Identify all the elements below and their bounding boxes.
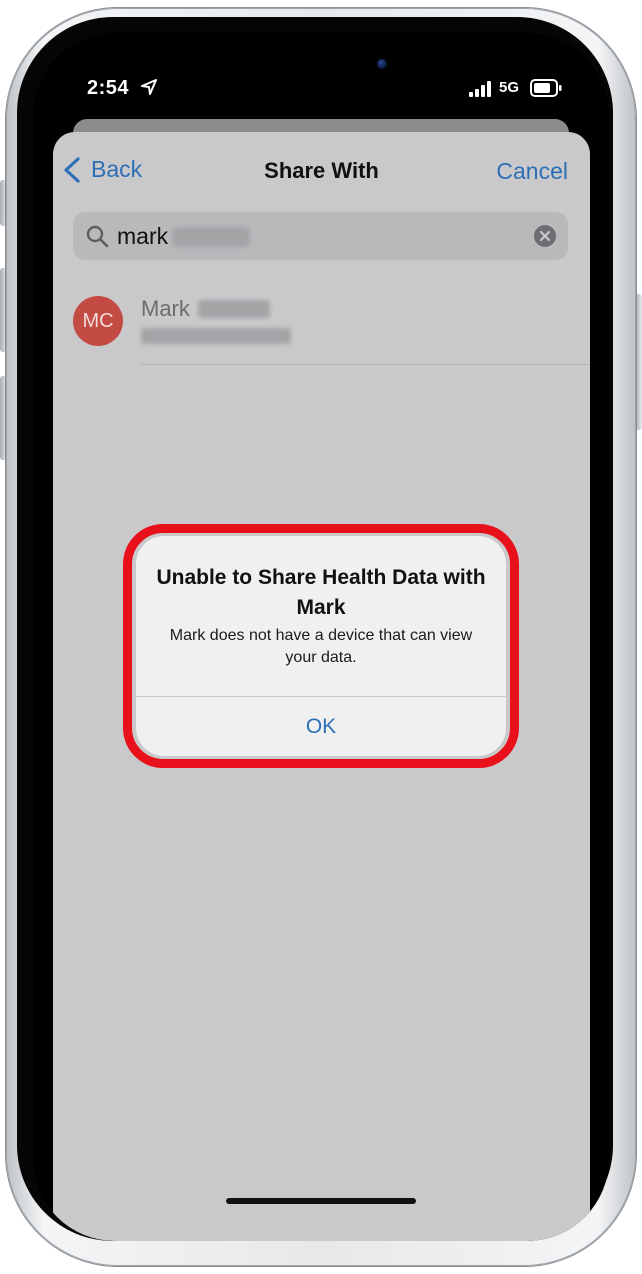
status-bar: 2:54 5G [33,33,609,113]
search-input[interactable]: mark [73,212,568,260]
contact-first-name: Mark [141,296,190,321]
search-value: mark [117,223,251,250]
location-arrow-icon [141,79,157,95]
clear-icon[interactable] [534,225,556,247]
contact-list-item[interactable]: MC Mark [53,278,590,365]
contact-name: Mark [141,296,270,322]
search-icon [86,225,109,248]
status-time: 2:54 [87,77,130,99]
search-query: mark [117,223,169,249]
avatar: MC [73,296,123,346]
home-indicator[interactable] [226,1198,416,1204]
battery-icon [530,79,562,97]
redacted-phone-number [141,328,291,344]
power-button [635,294,642,430]
redacted-text [172,226,251,247]
network-type: 5G [499,79,520,96]
cancel-button[interactable]: Cancel [496,158,568,185]
highlight-annotation [123,524,519,768]
redacted-text [197,300,270,318]
row-divider [141,364,590,365]
device-frame: 2:54 5G Back Share With Cancel mark MC M… [0,0,642,1274]
cellular-signal-icon [469,81,491,97]
